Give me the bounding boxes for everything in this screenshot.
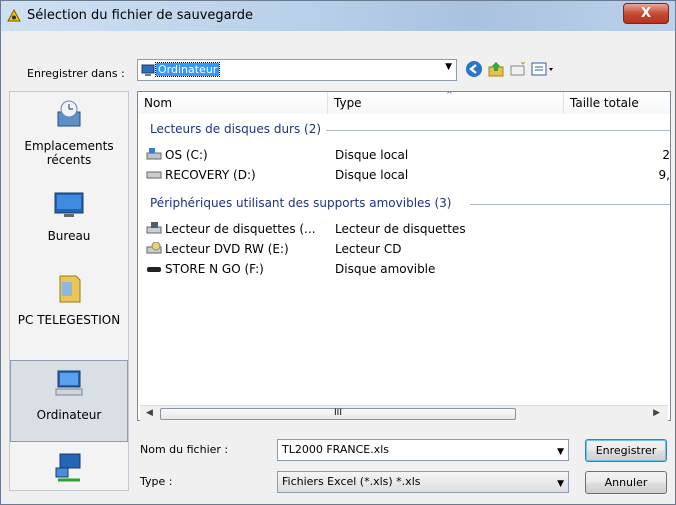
places-bar: Emplacements récents Bureau PC TELEGESTI… — [9, 91, 129, 491]
cancel-button[interactable]: Annuler — [585, 471, 667, 494]
computer-icon — [141, 64, 155, 76]
save-in-value: Ordinateur — [154, 62, 221, 77]
column-header-type[interactable]: Type ^ — [328, 92, 564, 114]
list-item[interactable]: RECOVERY (D:) Disque local 9, — [138, 166, 670, 186]
close-button[interactable]: X — [623, 3, 669, 24]
chevron-down-icon[interactable]: ▼ — [557, 474, 564, 494]
group-header-hard-disks[interactable]: Lecteurs de disques durs (2) — [150, 122, 321, 136]
place-label: Bureau — [47, 229, 91, 243]
place-computer[interactable]: Ordinateur — [10, 360, 128, 442]
item-name-text: OS (C:) — [165, 148, 208, 162]
scroll-left-icon[interactable]: ◀ — [146, 408, 153, 418]
network-icon — [55, 453, 81, 482]
save-button[interactable]: Enregistrer — [585, 439, 667, 462]
place-user[interactable]: PC TELEGESTION — [10, 272, 128, 327]
group-header-removable[interactable]: Périphériques utilisant des supports amo… — [150, 196, 451, 210]
item-name: OS (C:) — [146, 148, 208, 162]
list-item[interactable]: Lecteur de disquettes (... Lecteur de di… — [138, 220, 670, 240]
scroll-thumb-grip: III — [334, 408, 342, 418]
column-type-label: Type — [334, 96, 362, 110]
view-menu-icon[interactable] — [531, 60, 561, 78]
file-list[interactable]: Nom Type ^ Taille totale Lecteurs de dis… — [137, 91, 671, 421]
place-desktop[interactable]: Bureau — [10, 188, 128, 243]
list-item[interactable]: OS (C:) Disque local 2 — [138, 146, 670, 166]
scroll-right-icon[interactable]: ▶ — [653, 408, 660, 418]
usb-drive-icon — [147, 267, 161, 272]
item-type: Lecteur CD — [335, 242, 402, 256]
file-type-select[interactable]: Fichiers Excel (*.xls) *.xls ▼ — [277, 471, 569, 493]
list-item[interactable]: STORE N GO (F:) Disque amovible — [138, 260, 670, 280]
item-type: Disque local — [335, 148, 409, 162]
floppy-drive-icon — [146, 222, 162, 234]
filename-label: Nom du fichier : — [140, 443, 229, 456]
app-icon — [7, 9, 21, 22]
filename-input[interactable]: TL2000 FRANCE.xls ▼ — [277, 439, 569, 461]
group-divider — [326, 130, 670, 131]
item-name-text: RECOVERY (D:) — [165, 168, 256, 182]
chevron-down-icon[interactable]: ▼ — [557, 442, 564, 462]
file-type-value: Fichiers Excel (*.xls) *.xls — [282, 475, 421, 488]
place-label: Emplacements récents — [24, 139, 114, 167]
item-type: Lecteur de disquettes — [335, 222, 466, 236]
back-icon[interactable] — [465, 60, 483, 78]
scroll-thumb[interactable]: III — [160, 408, 516, 420]
item-name-text: Lecteur de disquettes (... — [165, 222, 316, 236]
item-type: Disque local — [335, 168, 409, 182]
column-header-name[interactable]: Nom — [138, 92, 328, 114]
horizontal-scrollbar[interactable]: ◀ III ▶ — [140, 405, 668, 423]
item-name-text: STORE N GO (F:) — [165, 262, 264, 276]
item-name: Lecteur de disquettes (... — [146, 222, 316, 236]
item-name: Lecteur DVD RW (E:) — [146, 242, 289, 256]
place-recent[interactable]: Emplacements récents — [10, 98, 128, 167]
column-header-size[interactable]: Taille totale — [564, 92, 670, 114]
hard-drive-icon — [146, 171, 162, 179]
place-label: Ordinateur — [36, 408, 102, 422]
sort-ascending-icon: ^ — [446, 91, 453, 99]
save-in-label: Enregistrer dans : — [27, 67, 125, 80]
system-drive-icon — [146, 148, 162, 160]
chevron-down-icon: ▼ — [445, 62, 452, 72]
type-label: Type : — [140, 475, 173, 488]
place-network[interactable] — [10, 452, 128, 493]
item-type: Disque amovible — [335, 262, 436, 276]
filename-value: TL2000 FRANCE.xls — [282, 443, 390, 456]
save-in-dropdown[interactable]: Ordinateur ▼ — [137, 59, 457, 81]
save-dialog: Sélection du fichier de sauvegarde X Enr… — [0, 0, 676, 505]
recent-places-icon — [57, 100, 81, 127]
computer-icon — [55, 370, 83, 396]
dvd-drive-icon — [146, 242, 162, 254]
group-divider — [470, 204, 670, 205]
user-folder-icon — [59, 275, 81, 303]
desktop-icon — [54, 192, 84, 217]
up-folder-icon[interactable] — [487, 60, 505, 78]
title-bar[interactable]: Sélection du fichier de sauvegarde X — [1, 1, 675, 31]
item-size: 2 — [662, 148, 670, 162]
new-folder-icon[interactable] — [509, 60, 527, 78]
place-label: PC TELEGESTION — [17, 313, 121, 327]
list-item[interactable]: Lecteur DVD RW (E:) Lecteur CD — [138, 240, 670, 260]
item-name: RECOVERY (D:) — [146, 168, 256, 182]
item-name: STORE N GO (F:) — [146, 262, 264, 276]
window-title: Sélection du fichier de sauvegarde — [27, 8, 253, 23]
item-size: 9, — [658, 168, 670, 182]
item-name-text: Lecteur DVD RW (E:) — [165, 242, 289, 256]
